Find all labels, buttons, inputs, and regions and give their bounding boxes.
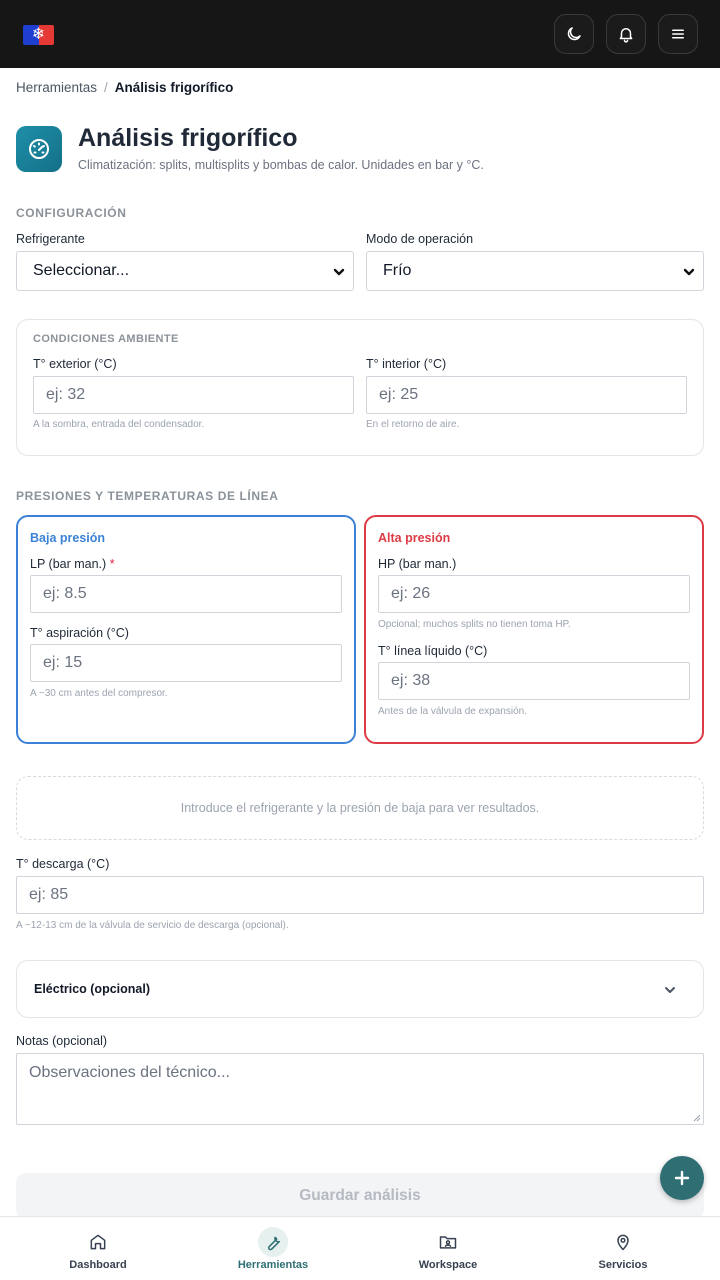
- outdoor-temp-label: T° exterior (°C): [33, 357, 117, 371]
- breadcrumb-parent-link[interactable]: Herramientas: [16, 80, 97, 95]
- nav-item-servicios[interactable]: Servicios: [533, 1217, 713, 1280]
- map-pin-icon: [617, 1234, 629, 1251]
- folder-user-icon: [439, 1236, 457, 1249]
- lp-label-text: LP (bar man.): [30, 557, 107, 571]
- app-logo[interactable]: ❄: [23, 25, 54, 45]
- nav-item-workspace[interactable]: Workspace: [358, 1217, 538, 1280]
- nav-label: Dashboard: [69, 1259, 127, 1271]
- lines-section-title: PRESIONES Y TEMPERATURAS DE LÍNEA: [16, 489, 279, 503]
- electric-accordion-title: Eléctrico (opcional): [34, 982, 150, 996]
- liquid-temp-placeholder: ej: 38: [391, 672, 431, 689]
- discharge-temp-label: T° descarga (°C): [16, 857, 110, 871]
- nav-label: Herramientas: [237, 1259, 309, 1271]
- plus-icon: [674, 1170, 690, 1186]
- nav-label: Servicios: [598, 1259, 648, 1271]
- outdoor-temp-placeholder: ej: 32: [46, 386, 86, 403]
- notes-label: Notas (opcional): [16, 1034, 108, 1048]
- hp-placeholder: ej: 26: [391, 585, 431, 602]
- moon-icon: [567, 27, 581, 41]
- liquid-temp-hint: Antes de la válvula de expansión.: [378, 706, 527, 717]
- top-bar: ❄: [0, 0, 720, 68]
- config-section-title: CONFIGURACIÓN: [16, 206, 127, 220]
- breadcrumb-separator: /: [104, 80, 108, 95]
- outdoor-temp-hint: A la sombra, entrada del condensador.: [33, 419, 205, 430]
- required-marker: *: [109, 557, 115, 571]
- low-pressure-title: Baja presión: [30, 531, 106, 545]
- suction-temp-placeholder: ej: 15: [43, 654, 83, 671]
- chevron-down-icon: [683, 265, 695, 277]
- electric-accordion[interactable]: Eléctrico (opcional): [16, 960, 704, 1018]
- snowflake-icon: ❄: [31, 26, 46, 43]
- results-placeholder: Introduce el refrigerante y la presión d…: [16, 776, 704, 840]
- ambient-card: CONDICIONES AMBIENTE T° exterior (°C) ej…: [16, 319, 704, 456]
- chevron-down-icon: [333, 265, 345, 277]
- notes-placeholder: Observaciones del técnico...: [29, 1064, 230, 1081]
- indoor-temp-input[interactable]: ej: 25: [366, 376, 687, 414]
- suction-temp-label: T° aspiración (°C): [30, 626, 129, 640]
- mode-value: Frío: [383, 262, 412, 279]
- menu-icon: [672, 29, 684, 39]
- discharge-temp-placeholder: ej: 85: [29, 886, 69, 903]
- indoor-temp-label: T° interior (°C): [366, 357, 447, 371]
- discharge-temp-hint: A ~12-13 cm de la válvula de servicio de…: [16, 920, 289, 931]
- home-icon: [90, 1234, 106, 1250]
- outdoor-temp-input[interactable]: ej: 32: [33, 376, 354, 414]
- refrigerant-value: Seleccionar...: [33, 262, 130, 279]
- mode-label: Modo de operación: [366, 232, 474, 246]
- nav-label: Workspace: [418, 1259, 478, 1271]
- resize-grip-icon[interactable]: [692, 1113, 701, 1122]
- indoor-temp-hint: En el retorno de aire.: [366, 419, 460, 430]
- high-pressure-card: Alta presión HP (bar man.) ej: 26 Opcion…: [364, 515, 704, 744]
- breadcrumb-current: Análisis frigorífico: [114, 80, 234, 95]
- low-pressure-card: Baja presión LP (bar man.) * ej: 8.5 T° …: [16, 515, 356, 744]
- theme-toggle-button[interactable]: [554, 14, 594, 54]
- discharge-temp-input[interactable]: ej: 85: [16, 876, 704, 914]
- lp-label: LP (bar man.) *: [30, 557, 115, 571]
- bell-icon: [619, 28, 633, 43]
- hp-label: HP (bar man.): [378, 557, 457, 571]
- nav-item-dashboard[interactable]: Dashboard: [8, 1217, 188, 1280]
- notifications-button[interactable]: [606, 14, 646, 54]
- lp-input[interactable]: ej: 8.5: [30, 575, 342, 613]
- liquid-temp-input[interactable]: ej: 38: [378, 662, 690, 700]
- gauge-icon: [29, 139, 49, 159]
- nav-item-herramientas[interactable]: Herramientas: [183, 1217, 363, 1280]
- header-icon-badge: [16, 126, 62, 172]
- hp-hint: Opcional; muchos splits no tienen toma H…: [378, 619, 571, 630]
- suction-temp-hint: A ~30 cm antes del compresor.: [30, 688, 168, 699]
- lp-placeholder: ej: 8.5: [43, 585, 87, 602]
- bottom-nav: Dashboard Herramientas Workspace Servici…: [0, 1216, 720, 1280]
- menu-button[interactable]: [658, 14, 698, 54]
- notes-textarea[interactable]: Observaciones del técnico...: [16, 1053, 704, 1125]
- high-pressure-title: Alta presión: [378, 531, 451, 545]
- refrigerant-label: Refrigerante: [16, 232, 85, 246]
- page-title: Análisis frigorífico: [78, 124, 298, 152]
- wrench-icon: [268, 1236, 280, 1251]
- breadcrumb: Herramientas / Análisis frigorífico: [16, 80, 233, 95]
- mode-select[interactable]: Frío: [366, 251, 704, 291]
- save-button[interactable]: Guardar análisis: [16, 1173, 704, 1219]
- suction-temp-input[interactable]: ej: 15: [30, 644, 342, 682]
- hp-input[interactable]: ej: 26: [378, 575, 690, 613]
- chevron-down-icon: [663, 983, 677, 1002]
- add-fab-button[interactable]: [660, 1156, 704, 1200]
- liquid-temp-label: T° línea líquido (°C): [378, 644, 488, 658]
- indoor-temp-placeholder: ej: 25: [379, 386, 419, 403]
- ambient-card-title: CONDICIONES AMBIENTE: [33, 333, 179, 345]
- refrigerant-select[interactable]: Seleccionar...: [16, 251, 354, 291]
- page-subtitle: Climatización: splits, multisplits y bom…: [78, 158, 484, 172]
